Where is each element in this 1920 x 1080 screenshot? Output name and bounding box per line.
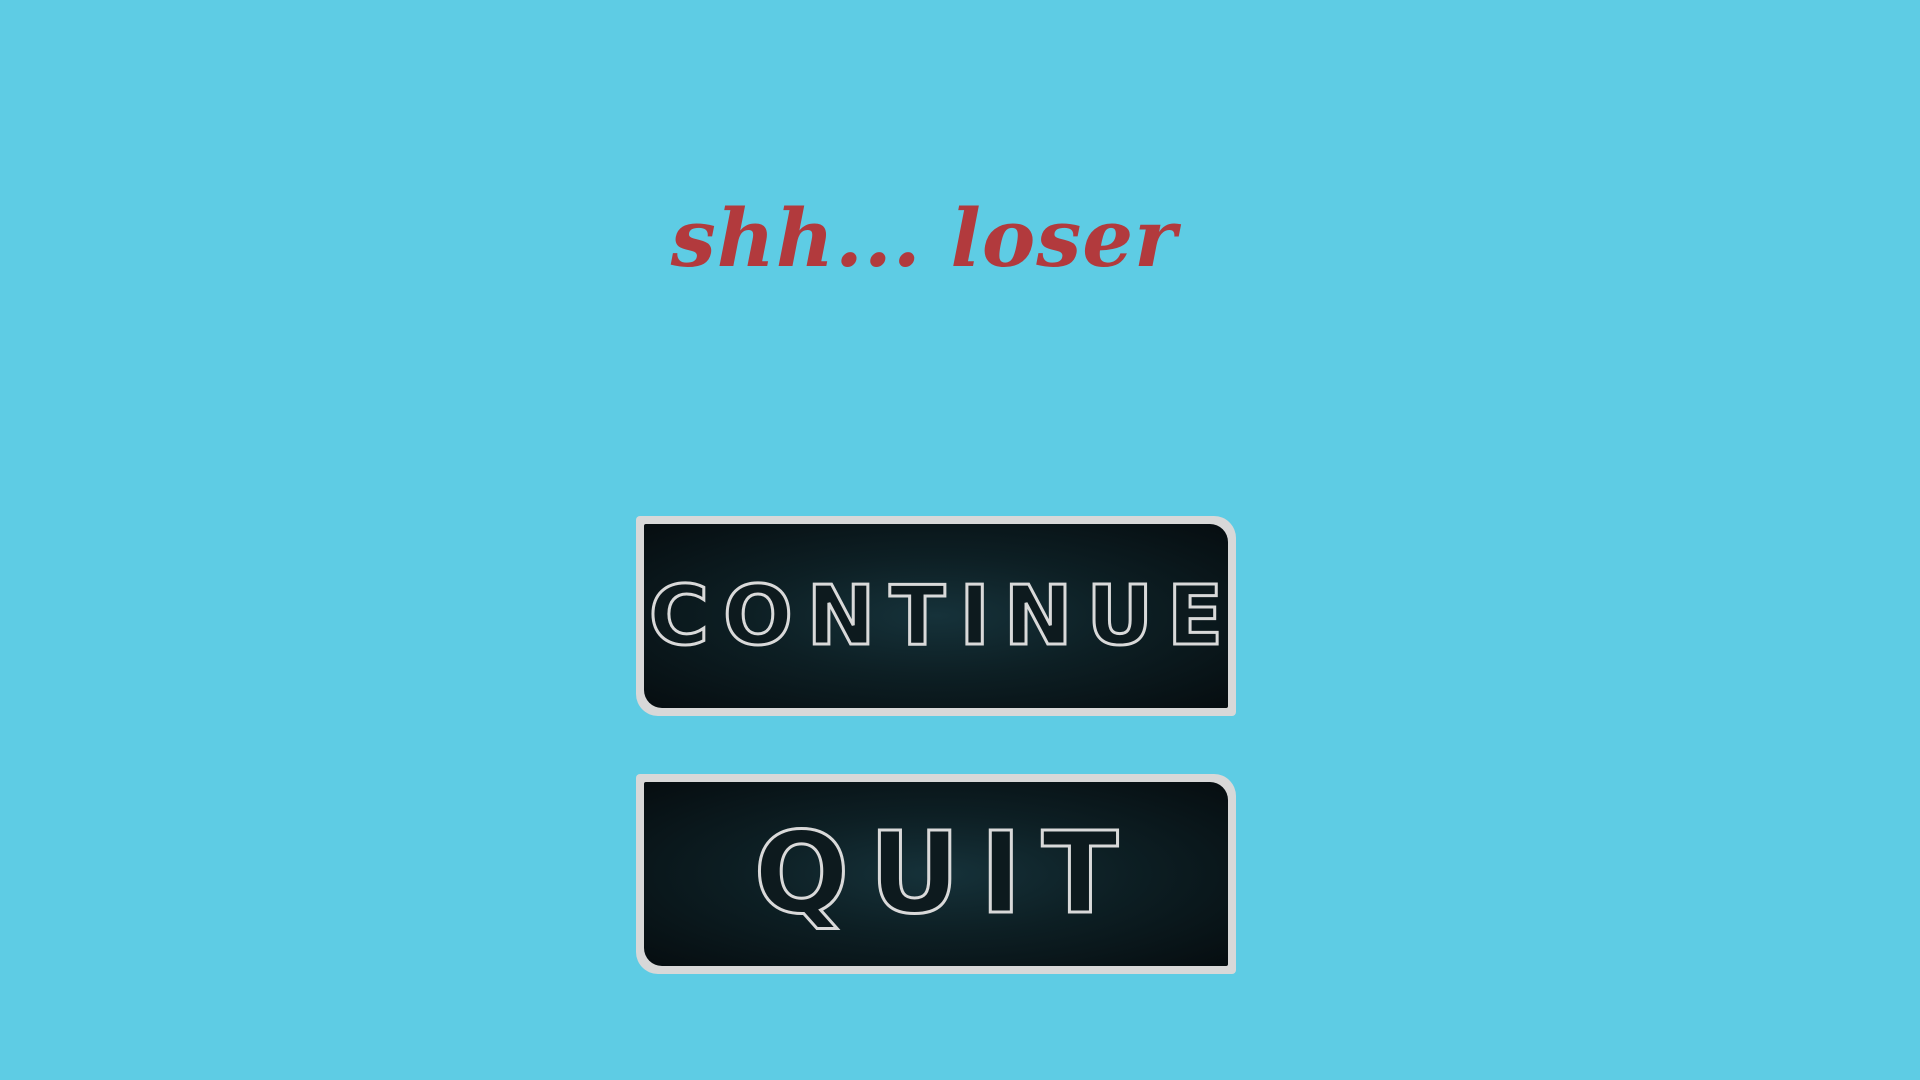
continue-button[interactable]: CONTINUE [636, 516, 1236, 716]
game-over-title: shh... loser [670, 191, 1178, 285]
continue-button-label: CONTINUE [647, 567, 1238, 665]
quit-button-face[interactable]: QUIT [644, 782, 1228, 966]
quit-button[interactable]: QUIT [636, 774, 1236, 974]
game-over-screen: shh... loser CONTINUE QUIT [0, 0, 1920, 1080]
continue-button-face[interactable]: CONTINUE [644, 524, 1228, 708]
quit-button-label: QUIT [752, 808, 1139, 941]
